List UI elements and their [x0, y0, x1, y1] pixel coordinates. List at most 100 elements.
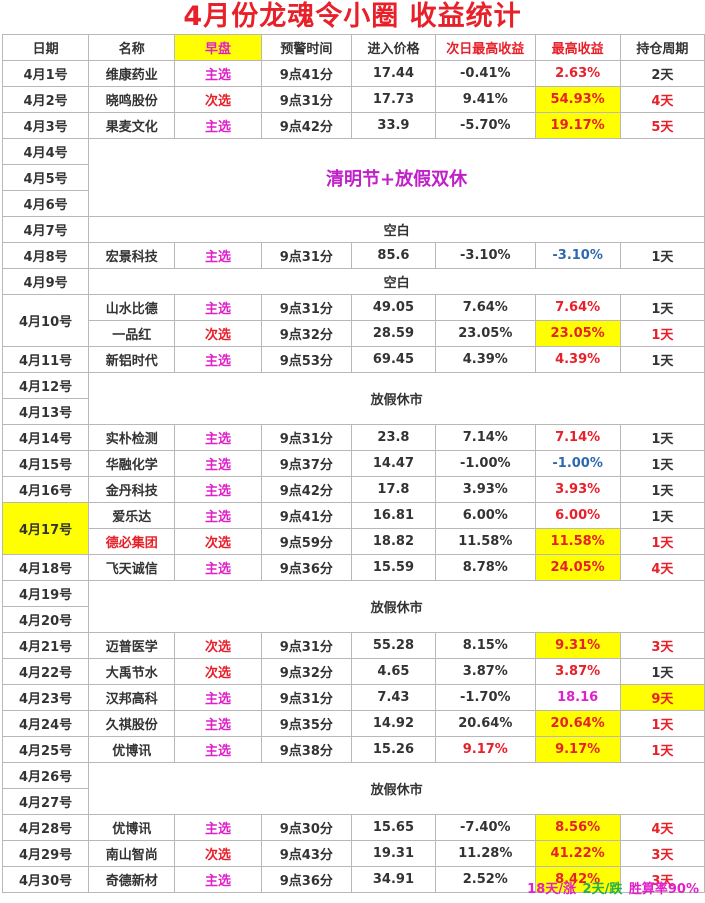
- stock-name: 久祺股份: [88, 710, 176, 737]
- max-return: 19.17%: [534, 112, 621, 139]
- date-cell: 4月1号: [1, 60, 90, 87]
- stock-name: 宏景科技: [88, 242, 176, 269]
- date-cell: 4月28号: [1, 814, 90, 841]
- pick-type: 次选: [174, 86, 262, 113]
- entry-price: 34.91: [350, 866, 437, 893]
- pick-type: 次选: [174, 528, 262, 555]
- alert-time: 9点30分: [260, 814, 352, 841]
- table-row: 4月11号 新铝时代 主选 9点53分 69.45 4.39% 4.39% 1天: [1, 346, 705, 373]
- alert-time: 9点42分: [260, 112, 352, 139]
- hold-period: 1天: [619, 320, 705, 347]
- alert-time: 9点36分: [260, 866, 352, 893]
- header-row: 日期 名称 早盘 预警时间 进入价格 次日最高收益 最高收益 持仓周期: [1, 34, 705, 61]
- stock-name: 优博讯: [88, 736, 176, 763]
- date-cell: 4月24号: [1, 710, 90, 737]
- max-return: 3.93%: [534, 476, 621, 503]
- stock-name: 奇德新材: [88, 866, 176, 893]
- max-return: 24.05%: [534, 554, 621, 581]
- date-cell: 4月22号: [1, 658, 90, 685]
- pick-type: 主选: [174, 684, 262, 711]
- entry-price: 49.05: [350, 294, 437, 321]
- next-day-return: 6.00%: [435, 502, 536, 529]
- pick-type: 主选: [174, 346, 262, 373]
- date-cell: 4月15号: [1, 450, 90, 477]
- max-return: 23.05%: [534, 320, 621, 347]
- table-row: 4月29号 南山智尚 次选 9点43分 19.31 11.28% 41.22% 3天: [1, 840, 705, 867]
- entry-price: 15.59: [350, 554, 437, 581]
- entry-price: 15.26: [350, 736, 437, 763]
- stock-name: 飞天诚信: [88, 554, 176, 581]
- date-cell: 4月21号: [1, 632, 90, 659]
- alert-time: 9点36分: [260, 554, 352, 581]
- max-return: 9.31%: [534, 632, 621, 659]
- hold-period: 1天: [619, 528, 705, 555]
- table-row: 4月3号 果麦文化 主选 9点42分 33.9 -5.70% 19.17% 5天: [1, 112, 705, 139]
- alert-time: 9点37分: [260, 450, 352, 477]
- next-day-return: 3.93%: [435, 476, 536, 503]
- pick-type: 主选: [174, 866, 262, 893]
- hold-period: 1天: [619, 450, 705, 477]
- stock-name: 汉邦高科: [88, 684, 176, 711]
- hold-period: 5天: [619, 112, 705, 139]
- table-row: 4月4号 清明节+放假双休: [1, 138, 705, 217]
- alert-time: 9点38分: [260, 736, 352, 763]
- max-return: 9.17%: [534, 736, 621, 763]
- note-cell: 放假休市: [88, 762, 705, 815]
- max-return: 8.56%: [534, 814, 621, 841]
- down-days: 2天/跌: [582, 882, 623, 897]
- stock-name: 维康药业: [88, 60, 176, 87]
- date-cell: 4月6号: [1, 190, 90, 217]
- pick-type: 主选: [174, 710, 262, 737]
- table-row: 4月10号 山水比德 主选 9点31分 49.05 7.64% 7.64% 1天: [1, 294, 705, 347]
- column-header: 次日最高收益: [435, 34, 536, 61]
- hold-period: 1天: [619, 346, 705, 373]
- table-row: 4月2号 晓鸣股份 次选 9点31分 17.73 9.41% 54.93% 4天: [1, 86, 705, 113]
- date-cell: 4月9号: [1, 268, 90, 295]
- pick-type: 主选: [174, 60, 262, 87]
- alert-time: 9点31分: [260, 424, 352, 451]
- alert-time: 9点32分: [260, 658, 352, 685]
- date-cell: 4月23号: [1, 684, 90, 711]
- entry-price: 23.8: [350, 424, 437, 451]
- date-cell: 4月11号: [1, 346, 90, 373]
- table-row: 4月21号 迈普医学 次选 9点31分 55.28 8.15% 9.31% 3天: [1, 632, 705, 659]
- table-row: 4月24号 久祺股份 主选 9点35分 14.92 20.64% 20.64% 1天: [1, 710, 705, 737]
- note-cell: 清明节+放假双休: [88, 138, 705, 217]
- table-row: 4月17号 爱乐达 主选 9点41分 16.81 6.00% 6.00% 1天: [1, 502, 705, 555]
- alert-time: 9点35分: [260, 710, 352, 737]
- next-day-return: -5.70%: [435, 112, 536, 139]
- hold-period: 4天: [619, 554, 705, 581]
- page-title: 4月份龙魂令小圈 收益统计: [183, 1, 522, 32]
- pick-type: 次选: [174, 840, 262, 867]
- column-header: 日期: [1, 34, 90, 61]
- alert-time: 9点31分: [260, 294, 352, 321]
- win-rate: 胜算率90%: [628, 882, 699, 897]
- hold-period: 1天: [619, 502, 705, 529]
- stock-name: 晓鸣股份: [88, 86, 176, 113]
- entry-price: 4.65: [350, 658, 437, 685]
- next-day-return: -1.70%: [435, 684, 536, 711]
- date-cell: 4月7号: [1, 216, 90, 243]
- stock-name: 大禹节水: [88, 658, 176, 685]
- table-row: 4月7号 空白: [1, 216, 705, 243]
- hold-period: 1天: [619, 424, 705, 451]
- pick-type: 主选: [174, 476, 262, 503]
- entry-price: 18.82: [350, 528, 437, 555]
- alert-time: 9点31分: [260, 242, 352, 269]
- pick-type: 次选: [174, 320, 262, 347]
- date-cell: 4月29号: [1, 840, 90, 867]
- table-row: 4月26号 放假休市: [1, 762, 705, 815]
- next-day-return: 4.39%: [435, 346, 536, 373]
- table-row: 4月18号 飞天诚信 主选 9点36分 15.59 8.78% 24.05% 4天: [1, 554, 705, 581]
- table-row: 一品红 次选 9点32分 28.59 23.05% 23.05% 1天: [3, 320, 705, 347]
- max-return: 6.00%: [534, 502, 621, 529]
- stock-name: 金丹科技: [88, 476, 176, 503]
- date-cell: 4月14号: [1, 424, 90, 451]
- note-cell: 放假休市: [88, 372, 705, 425]
- max-return: 3.87%: [534, 658, 621, 685]
- entry-price: 19.31: [350, 840, 437, 867]
- hold-period: 9天: [619, 684, 705, 711]
- pick-type: 次选: [174, 658, 262, 685]
- max-return: 4.39%: [534, 346, 621, 373]
- next-day-return: 8.15%: [435, 632, 536, 659]
